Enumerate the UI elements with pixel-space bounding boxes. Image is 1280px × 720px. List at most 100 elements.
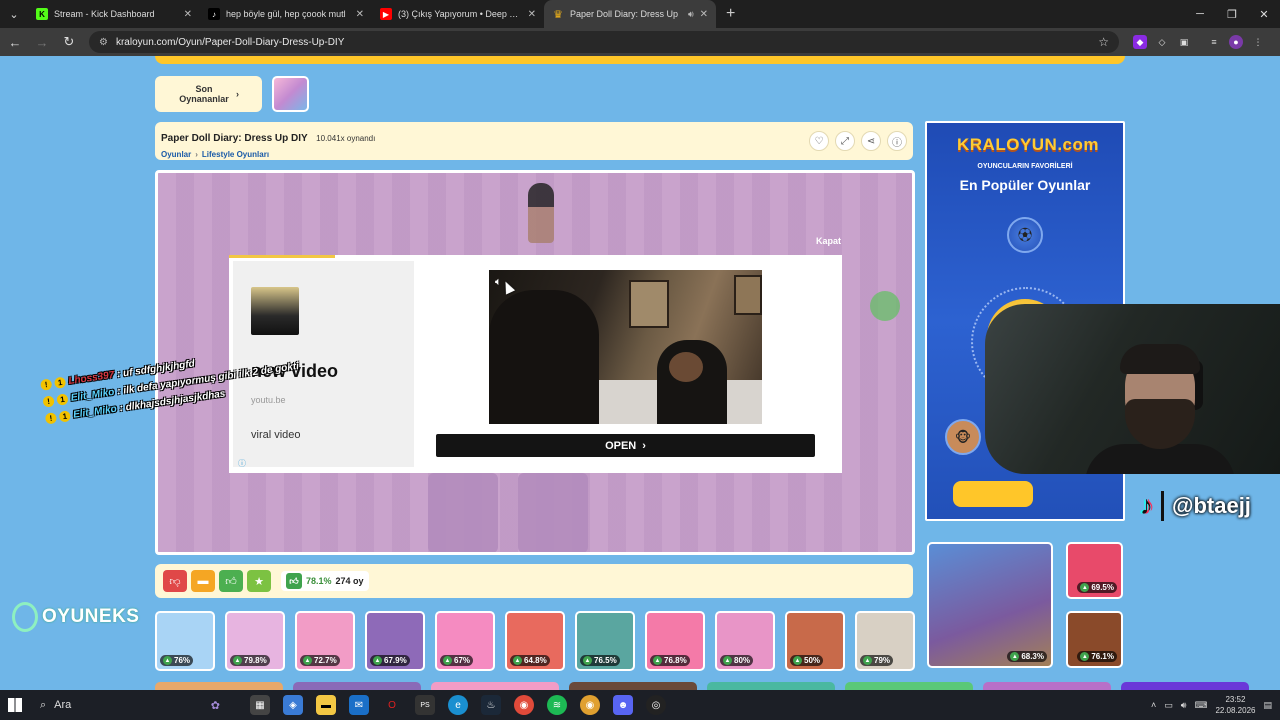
game-thumb[interactable]: ▲ 79.8% (225, 611, 285, 671)
tab-kick[interactable]: K Stream - Kick Dashboard ✕ (28, 0, 200, 28)
game-thumb[interactable]: ▲ 79% (855, 611, 915, 671)
mail-icon[interactable]: ✉ (349, 695, 369, 715)
speaker-icon[interactable]: 🔊︎ (688, 9, 694, 20)
tab-youtube[interactable]: ▶ (3) Çıkış Yapıyorum • Deep Turt ✕ (372, 0, 544, 28)
score-text: 79.8% (244, 656, 267, 665)
site-info-icon[interactable]: ⚙︎ (99, 37, 108, 48)
ps5-icon[interactable]: PS (415, 695, 435, 715)
chevron-right-icon: › (642, 439, 646, 452)
side-ad-play-button[interactable] (953, 481, 1033, 507)
close-icon[interactable]: ✕ (528, 9, 536, 20)
new-tab-button[interactable]: + (716, 5, 745, 23)
close-icon[interactable]: ✕ (356, 9, 364, 20)
game-thumb[interactable] (431, 682, 559, 690)
badge-icon: ! (42, 395, 55, 408)
copilot-icon[interactable]: ◈ (283, 695, 303, 715)
close-window-icon[interactable]: ✕ (1248, 0, 1280, 28)
dislike-icon[interactable]: 👎︎ (163, 570, 187, 592)
game-thumb[interactable]: ▲ 67% (435, 611, 495, 671)
breadcrumb-lifestyle[interactable]: Lifestyle Oyunları (202, 150, 269, 159)
back-icon[interactable]: ← (3, 30, 27, 54)
game-thumb[interactable]: ▲ 80% (715, 611, 775, 671)
tab-kraloyun[interactable]: ♛ Paper Doll Diary: Dress Up 🔊︎ ✕ (544, 0, 716, 28)
close-icon[interactable]: ✕ (700, 9, 708, 20)
file-explorer-icon[interactable]: ▬ (316, 695, 336, 715)
windows-start-icon[interactable] (0, 690, 30, 720)
info-icon[interactable]: ⓘ (887, 131, 907, 151)
game-thumb[interactable] (983, 682, 1111, 690)
neutral-icon[interactable]: ▬ (191, 570, 215, 592)
ad-video[interactable]: 🔈︎ (489, 270, 762, 424)
game-thumb[interactable]: ▲ 76.5% (575, 611, 635, 671)
game-title: Paper Doll Diary: Dress Up DIY (161, 133, 308, 144)
tab-title: hep böyle gül, hep çoook mutl (226, 9, 346, 19)
score-badge: ▲ 76.5% (580, 655, 620, 666)
notifications-icon[interactable]: ▤ (1263, 700, 1272, 711)
tab-search-button[interactable]: ⌄ (0, 0, 28, 28)
obs-icon[interactable]: ◎ (646, 695, 666, 715)
breadcrumb-games[interactable]: Oyunlar (161, 150, 191, 159)
game-thumb[interactable] (1121, 682, 1249, 690)
volume-icon[interactable]: 🔊︎ (1181, 700, 1187, 711)
network-icon[interactable]: ▭ (1164, 700, 1173, 711)
ad-close-button[interactable]: Kapat (816, 236, 841, 246)
category-nav[interactable] (155, 56, 1125, 64)
spotify-icon[interactable]: ≋ (547, 695, 567, 715)
heart-icon[interactable]: ♡ (809, 131, 829, 151)
game-thumb[interactable]: ▲ 76% (155, 611, 215, 671)
ad-open-button[interactable]: OPEN › (436, 434, 815, 457)
keyboard-icon[interactable]: ⌨ (1194, 700, 1207, 711)
game-thumb[interactable] (293, 682, 421, 690)
star-icon[interactable]: ★ (247, 570, 271, 592)
game-thumb[interactable]: ▲ 64.8% (505, 611, 565, 671)
widgets-icon[interactable]: ▦ (250, 695, 270, 715)
recent-game-thumb[interactable] (272, 76, 309, 112)
url-input[interactable]: ⚙︎ kraloyun.com/Oyun/Paper-Doll-Diary-Dr… (89, 31, 1119, 53)
game-thumb[interactable] (707, 682, 835, 690)
score-badge: ▲ 68.3% (1007, 651, 1047, 662)
featured-game-thumb[interactable]: ▲ 68.3% (927, 542, 1053, 668)
share-icon[interactable]: ⋖ (861, 131, 881, 151)
media-control-icon[interactable]: ≡ (1207, 35, 1221, 49)
ad-channel-logo (251, 287, 299, 335)
extension-purple-icon[interactable]: ◆ (1133, 35, 1147, 49)
tab-title: (3) Çıkış Yapıyorum • Deep Turt (398, 9, 522, 19)
recent-games-button[interactable]: Son Oynananlar › (155, 76, 262, 112)
score-badge: ▲ 69.5% (1077, 582, 1117, 593)
extensions-puzzle-icon[interactable]: ▣ (1177, 35, 1191, 49)
game-thumb[interactable] (155, 682, 283, 690)
extension-diamond-icon[interactable]: ◇ (1155, 35, 1169, 49)
taskbar-search[interactable]: ⌕ Ara ✿ (30, 699, 220, 712)
clock[interactable]: 23:52 22.08.2026 (1215, 694, 1255, 716)
close-icon[interactable]: ✕ (184, 9, 192, 20)
fullscreen-icon[interactable]: ⤢ (835, 131, 855, 151)
edge-icon[interactable]: e (448, 695, 468, 715)
chrome-icon[interactable]: ◉ (514, 695, 534, 715)
forward-icon[interactable]: → (30, 30, 54, 54)
steam-icon[interactable]: ♨ (481, 695, 501, 715)
game-thumb[interactable]: ▲ 76.8% (645, 611, 705, 671)
minimize-icon[interactable]: ─ (1184, 0, 1216, 28)
discord-icon[interactable]: ☻ (613, 695, 633, 715)
score-text: 72.7% (314, 656, 337, 665)
chevron-up-icon[interactable]: ˄ (1151, 700, 1156, 710)
reload-icon[interactable]: ↻ (57, 30, 81, 54)
game-thumb[interactable]: ▲ 72.7% (295, 611, 355, 671)
game-thumb[interactable] (845, 682, 973, 690)
game-thumb[interactable]: ▲ 67.9% (365, 611, 425, 671)
like-icon[interactable]: 👍︎ (219, 570, 243, 592)
paper-doll (528, 183, 554, 243)
side-game-thumb[interactable]: ▲ 76.1% (1066, 611, 1123, 668)
chrome-active-icon[interactable]: ◉ (580, 695, 600, 715)
bookmark-star-icon[interactable]: ☆ (1098, 35, 1109, 49)
opera-icon[interactable]: O (382, 695, 402, 715)
profile-avatar[interactable]: ● (1229, 35, 1243, 49)
restore-icon[interactable]: ❐ (1216, 0, 1248, 28)
game-thumb[interactable]: ▲ 50% (785, 611, 845, 671)
tab-tiktok[interactable]: ♪ hep böyle gül, hep çoook mutl ✕ (200, 0, 372, 28)
score-text: 76.1% (1091, 652, 1114, 661)
game-thumb[interactable] (569, 682, 697, 690)
ad-choices-icon[interactable]: ⓘ (238, 458, 246, 469)
side-game-thumb[interactable]: ▲ 69.5% (1066, 542, 1123, 599)
menu-dots-icon[interactable]: ⋮ (1251, 35, 1265, 49)
